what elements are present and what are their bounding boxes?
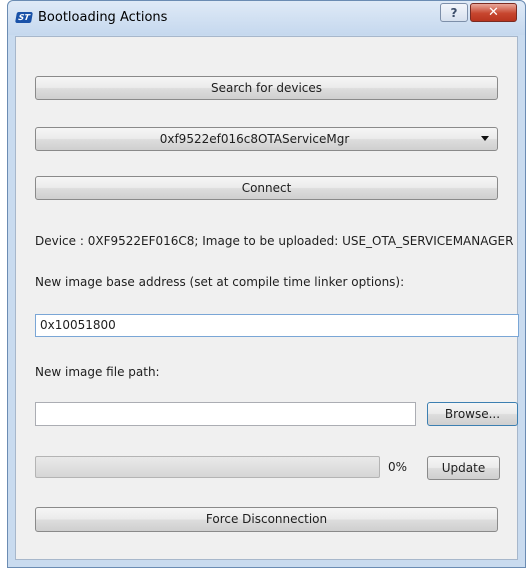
base-address-label: New image base address (set at compile t…: [35, 275, 405, 289]
dialog-body: Search for devices 0xf9522ef016c8OTAServ…: [15, 36, 519, 560]
device-select[interactable]: 0xf9522ef016c8OTAServiceMgr: [35, 127, 498, 151]
close-button[interactable]: ✕: [470, 3, 517, 22]
base-address-input[interactable]: 0x10051800: [35, 314, 519, 337]
title-bar[interactable]: ST Bootloading Actions ? ✕: [8, 1, 525, 35]
connect-button[interactable]: Connect: [35, 176, 498, 200]
upload-progress-bar: [35, 456, 380, 478]
chevron-down-icon: [481, 136, 489, 141]
file-path-label: New image file path:: [35, 365, 160, 379]
bootloading-actions-dialog: ST Bootloading Actions ? ✕ Search for de…: [7, 0, 526, 568]
file-path-input[interactable]: [35, 402, 416, 426]
close-icon: ✕: [488, 5, 499, 20]
st-logo-icon: ST: [15, 12, 33, 23]
force-disconnection-button[interactable]: Force Disconnection: [35, 507, 498, 532]
question-mark-icon: ?: [450, 6, 458, 20]
browse-button[interactable]: Browse...: [427, 402, 518, 426]
update-button[interactable]: Update: [427, 456, 500, 480]
window-title: Bootloading Actions: [38, 10, 168, 25]
search-devices-button[interactable]: Search for devices: [35, 76, 498, 100]
help-button[interactable]: ?: [440, 3, 468, 22]
progress-percent-text: 0%: [388, 460, 408, 474]
device-info-text: Device : 0XF9522EF016C8; Image to be upl…: [35, 234, 514, 248]
device-select-value: 0xf9522ef016c8OTAServiceMgr: [159, 132, 350, 146]
